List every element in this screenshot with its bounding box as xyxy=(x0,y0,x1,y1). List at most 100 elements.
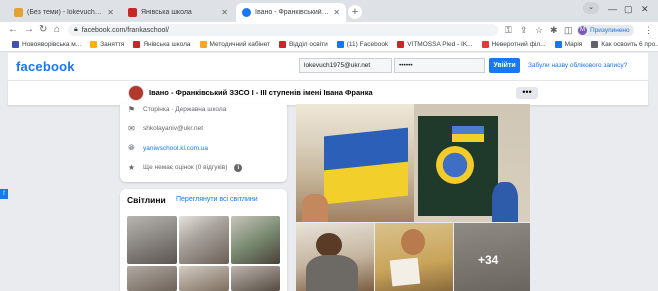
heart-flag-drawing xyxy=(452,126,484,142)
category-row: ⚑ Сторінка · Державна школа xyxy=(127,105,226,114)
photo-thumbnail[interactable] xyxy=(127,216,177,264)
bookmark-label: Методичний кабінет xyxy=(209,41,270,48)
close-window-icon[interactable]: ✕ xyxy=(641,4,649,15)
facebook-header: facebook lokevuch1975@ukr.net •••••• Уві… xyxy=(8,53,648,80)
browser-tab-mail[interactable]: (Без теми) - lokevuch1975@ukr.n ✕ xyxy=(8,3,120,22)
browser-tab-facebook[interactable]: Івано - Франківський ЗЗСО І - І ✕ xyxy=(236,3,346,22)
bookmark-label: Янівська школа xyxy=(143,41,191,48)
mail-favicon-icon xyxy=(14,8,23,17)
facebook-favicon-icon xyxy=(242,8,251,17)
more-options-button[interactable]: ••• xyxy=(516,87,538,99)
bookmark-favicon-icon xyxy=(12,41,19,48)
photos-title: Світлини xyxy=(127,195,166,205)
key-icon[interactable]: ⚿ xyxy=(505,25,512,36)
browser-toolbar: ← → ↻ ⌂ 🔒︎ facebook.com/frankaschool/ ⚿ … xyxy=(0,22,658,38)
photo-thumbnail[interactable] xyxy=(127,266,177,291)
photo-thumbnail[interactable] xyxy=(179,216,229,264)
bookmarks-bar: Новояворівська м... Заняття Янівська школа… xyxy=(0,38,658,52)
child-figure xyxy=(492,182,518,222)
bookmark-item[interactable]: Неверотний філ... xyxy=(481,41,546,48)
photo-thumbnail[interactable] xyxy=(231,216,280,264)
post-photo-child[interactable] xyxy=(296,223,374,291)
photos-card: Світлини Переглянути всі світлини xyxy=(120,189,287,291)
child-figure xyxy=(302,194,328,222)
flag-icon: ⚑ xyxy=(127,105,136,114)
new-tab-button[interactable]: + xyxy=(348,5,362,19)
tab-title: Янівська школа xyxy=(141,9,192,16)
tab-search-icon[interactable]: ⌄ xyxy=(583,2,599,14)
extensions-icon[interactable]: ✱ xyxy=(550,25,558,36)
reload-icon[interactable]: ↻ xyxy=(39,24,47,36)
minimize-icon[interactable]: — xyxy=(608,4,617,14)
more-photos-count: +34 xyxy=(478,253,499,267)
bookmark-favicon-icon xyxy=(90,41,98,48)
post-photo-more[interactable]: +34 xyxy=(454,223,530,291)
flag-yellow-stripe xyxy=(324,161,408,205)
forward-icon[interactable]: → xyxy=(24,24,34,36)
side-bookmark-icon[interactable]: f xyxy=(0,189,8,199)
page-header-bar: Івано - Франківський ЗЗСО І - ІІІ ступен… xyxy=(8,80,648,105)
close-tab-icon[interactable]: ✕ xyxy=(221,8,228,17)
lock-icon: 🔒︎ xyxy=(74,26,78,33)
see-all-photos-link[interactable]: Переглянути всі світлини xyxy=(176,196,258,203)
post-photo-flag[interactable] xyxy=(296,104,414,222)
bookmark-item[interactable]: Заняття xyxy=(90,41,124,48)
url-text: facebook.com/frankaschool/ xyxy=(81,26,169,34)
maximize-icon[interactable]: ▢ xyxy=(624,4,633,15)
bookmark-favicon-icon xyxy=(554,41,562,48)
bookmark-item[interactable]: Марія xyxy=(554,41,583,48)
page-title[interactable]: Івано - Франківський ЗЗСО І - ІІІ ступен… xyxy=(149,88,373,97)
star-icon[interactable]: ☆ xyxy=(535,25,543,36)
facebook-logo[interactable]: facebook xyxy=(16,59,75,74)
bookmark-item[interactable]: (11) Facebook xyxy=(336,41,388,48)
bookmark-item[interactable]: Новояворівська м... xyxy=(12,41,81,48)
password-field[interactable]: •••••• xyxy=(394,58,485,73)
tab-title: (Без теми) - lokevuch1975@ukr.n xyxy=(27,9,103,16)
bookmark-label: Новояворівська м... xyxy=(22,41,82,48)
bookmark-item[interactable]: Янівська школа xyxy=(133,41,191,48)
child-head xyxy=(316,233,342,257)
bookmark-favicon-icon xyxy=(397,41,405,48)
back-icon[interactable]: ← xyxy=(8,24,18,36)
bookmark-item[interactable]: VITMOSSA Pled - IK... xyxy=(397,41,473,48)
email-field[interactable]: lokevuch1975@ukr.net xyxy=(299,58,392,73)
photo-thumbnail[interactable] xyxy=(179,266,229,291)
rating-row: ★ Ще немає оцінок (0 відгуків) i xyxy=(127,163,243,172)
category-text: Сторінка · Державна школа xyxy=(143,106,227,113)
bookmark-label: VITMOSSA Pled - IK... xyxy=(407,41,473,48)
bookmark-item[interactable]: Как освоить 6 про... xyxy=(591,41,658,48)
bookmark-label: Неверотний філ... xyxy=(491,41,546,48)
post-photo-girl[interactable] xyxy=(375,223,453,291)
bookmark-item[interactable]: Відділ освіти xyxy=(278,41,328,48)
rating-text: Ще немає оцінок (0 відгуків) xyxy=(143,164,228,171)
profile-avatar: M xyxy=(578,26,587,35)
page-avatar[interactable] xyxy=(128,85,144,101)
bookmark-label: Марія xyxy=(564,41,583,48)
photo-thumbnail[interactable] xyxy=(231,266,280,291)
bookmark-favicon-icon xyxy=(481,41,489,48)
star-rating-icon: ★ xyxy=(127,163,136,172)
email-row: ✉ shkolayaniv@ukr.net xyxy=(127,124,203,133)
bookmark-favicon-icon xyxy=(336,41,344,48)
sidepanel-icon[interactable]: ◫ xyxy=(564,25,573,36)
login-button[interactable]: Увійти xyxy=(489,58,520,73)
bookmark-item[interactable]: Методичний кабінет xyxy=(199,41,270,48)
bookmark-label: Как освоить 6 про... xyxy=(601,41,658,48)
paper-drawing xyxy=(389,257,421,287)
profile-button[interactable]: M Призупинено xyxy=(577,25,634,36)
home-icon[interactable]: ⌂ xyxy=(54,24,60,36)
bookmark-label: Відділ освіти xyxy=(288,41,328,48)
forgot-account-link[interactable]: Забули назву облікового запису? xyxy=(528,62,627,69)
bookmark-favicon-icon xyxy=(278,41,286,48)
share-icon[interactable]: ⇪ xyxy=(520,25,528,36)
close-tab-icon[interactable]: ✕ xyxy=(107,8,114,17)
browser-tab-school[interactable]: Янівська школа ✕ xyxy=(122,3,234,22)
post-photo-board[interactable] xyxy=(414,104,530,222)
close-tab-icon[interactable]: ✕ xyxy=(333,8,340,17)
menu-dots-icon[interactable]: ⋮ xyxy=(644,25,653,36)
website-link[interactable]: yaniwschool.kl.com.ua xyxy=(143,145,208,152)
website-row[interactable]: 🌐︎ yaniwschool.kl.com.ua xyxy=(127,143,208,153)
info-icon[interactable]: i xyxy=(234,163,243,172)
address-bar[interactable]: 🔒︎ facebook.com/frankaschool/ xyxy=(68,24,498,36)
email-text: shkolayaniv@ukr.net xyxy=(143,125,204,132)
